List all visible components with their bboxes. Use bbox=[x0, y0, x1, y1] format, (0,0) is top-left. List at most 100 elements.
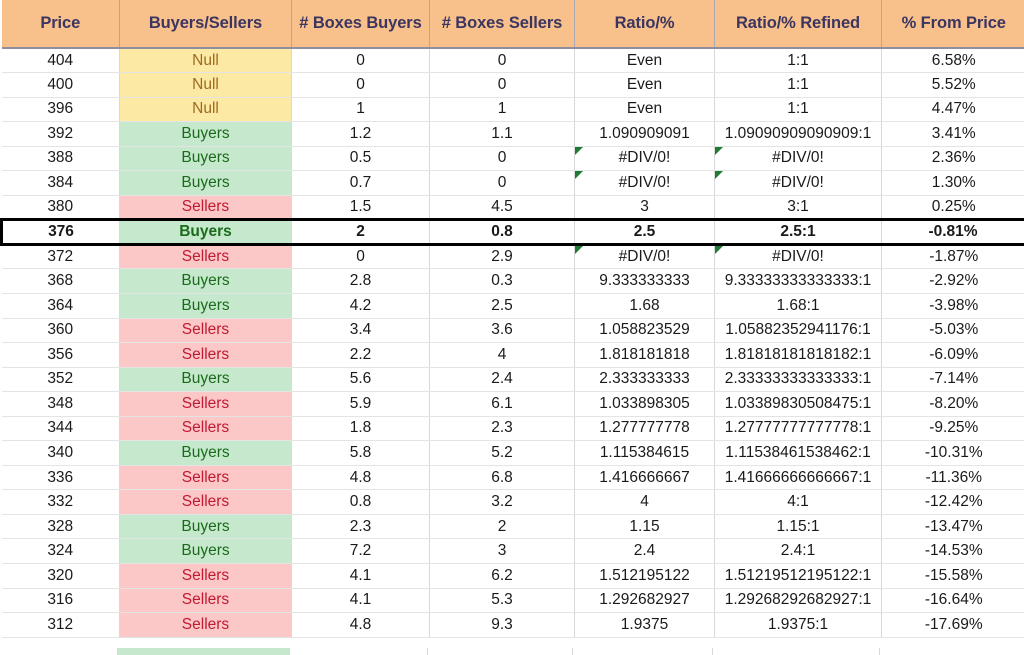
cell-pct-from-price[interactable]: -1.87% bbox=[881, 244, 1024, 270]
cell-ratio[interactable]: 1.033898305 bbox=[574, 391, 715, 417]
cell-pct-from-price[interactable]: 6.58% bbox=[881, 48, 1024, 74]
cell-boxes-buyers[interactable]: 4.1 bbox=[291, 563, 430, 589]
cell-buyers-sellers[interactable]: Sellers bbox=[119, 563, 292, 589]
cell-ratio-refined[interactable]: 1.03389830508475:1 bbox=[714, 391, 882, 417]
cell-buyers-sellers[interactable]: Sellers bbox=[119, 318, 292, 344]
cell-boxes-buyers[interactable]: 1.8 bbox=[291, 416, 430, 442]
cell-price[interactable]: 384 bbox=[1, 170, 120, 196]
table-row[interactable]: 372 Sellers 0 2.9 #DIV/0! #DIV/0! -1.87% bbox=[1, 244, 1024, 270]
table-row[interactable]: 356 Sellers 2.2 4 1.818181818 1.8181818181818… bbox=[1, 342, 1024, 368]
cell-boxes-sellers[interactable]: 3.6 bbox=[429, 318, 575, 344]
table-row[interactable]: 324 Buyers 7.2 3 2.4 2.4:1 -14.53% bbox=[1, 538, 1024, 564]
cell-ratio-refined[interactable]: #DIV/0! bbox=[714, 244, 882, 270]
cell-price[interactable]: 404 bbox=[1, 48, 120, 74]
cell-buyers-sellers[interactable]: Buyers bbox=[119, 367, 292, 393]
cell-buyers-sellers[interactable]: Buyers bbox=[119, 170, 292, 196]
cell-boxes-sellers[interactable]: 0 bbox=[429, 170, 575, 196]
cell-ratio-refined[interactable]: 2.5:1 bbox=[714, 218, 882, 246]
cell-ratio-refined[interactable]: 4:1 bbox=[714, 489, 882, 515]
table-row[interactable]: 340 Buyers 5.8 5.2 1.115384615 1.115384615384… bbox=[1, 440, 1024, 466]
cell-pct-from-price[interactable]: -16.64% bbox=[881, 588, 1024, 614]
cell-buyers-sellers[interactable]: Buyers bbox=[119, 146, 292, 172]
cell-price[interactable]: 364 bbox=[1, 293, 120, 319]
cell-boxes-buyers[interactable]: 7.2 bbox=[291, 538, 430, 564]
cell-boxes-buyers[interactable]: 0.5 bbox=[291, 146, 430, 172]
cell-buyers-sellers[interactable]: Buyers bbox=[119, 538, 292, 564]
cell-ratio-refined[interactable]: 3:1 bbox=[714, 195, 882, 221]
table-row[interactable]: 368 Buyers 2.8 0.3 9.333333333 9.333333333333… bbox=[1, 268, 1024, 294]
cell-boxes-sellers[interactable]: 4 bbox=[429, 342, 575, 368]
cell-ratio[interactable]: 4 bbox=[574, 489, 715, 515]
cell-boxes-buyers[interactable]: 4.8 bbox=[291, 465, 430, 491]
cell-boxes-sellers[interactable]: 0 bbox=[429, 72, 575, 98]
cell-pct-from-price[interactable]: -3.98% bbox=[881, 293, 1024, 319]
cell-boxes-sellers[interactable]: 3.2 bbox=[429, 489, 575, 515]
cell-pct-from-price[interactable]: 5.52% bbox=[881, 72, 1024, 98]
cell-buyers-sellers[interactable]: Sellers bbox=[119, 195, 292, 221]
cell-boxes-sellers[interactable]: 0.3 bbox=[429, 268, 575, 294]
column-header-ratio-refined[interactable]: Ratio/% Refined bbox=[714, 0, 882, 49]
cell-buyers-sellers[interactable]: Sellers bbox=[119, 342, 292, 368]
cell-price[interactable]: 336 bbox=[1, 465, 120, 491]
cell-boxes-buyers[interactable]: 4.1 bbox=[291, 588, 430, 614]
cell-price[interactable]: 344 bbox=[1, 416, 120, 442]
cell-pct-from-price[interactable]: -10.31% bbox=[881, 440, 1024, 466]
cell-pct-from-price[interactable]: -6.09% bbox=[881, 342, 1024, 368]
cell-ratio[interactable]: Even bbox=[574, 48, 715, 74]
column-header-price[interactable]: Price bbox=[1, 0, 120, 49]
table-row[interactable]: 328 Buyers 2.3 2 1.15 1.15:1 -13.47% bbox=[1, 514, 1024, 540]
cell-price[interactable]: 380 bbox=[1, 195, 120, 221]
cell-buyers-sellers[interactable]: Buyers bbox=[119, 268, 292, 294]
cell-price[interactable]: 328 bbox=[1, 514, 120, 540]
table-row[interactable]: 348 Sellers 5.9 6.1 1.033898305 1.03389830508… bbox=[1, 391, 1024, 417]
cell-ratio-refined[interactable]: 1.68:1 bbox=[714, 293, 882, 319]
cell-ratio[interactable]: 3 bbox=[574, 195, 715, 221]
cell-boxes-sellers[interactable]: 1.1 bbox=[429, 121, 575, 147]
cell-price[interactable]: 332 bbox=[1, 489, 120, 515]
cell-ratio[interactable]: #DIV/0! bbox=[574, 146, 715, 172]
cell-boxes-buyers[interactable]: 4.2 bbox=[291, 293, 430, 319]
cell-boxes-sellers[interactable]: 6.8 bbox=[429, 465, 575, 491]
column-header-buyers-sellers[interactable]: Buyers/Sellers bbox=[119, 0, 292, 49]
table-row[interactable]: 396 Null 1 1 Even 1:1 4.47% bbox=[1, 97, 1024, 123]
cell-buyers-sellers[interactable]: Null bbox=[119, 72, 292, 98]
cell-boxes-sellers[interactable]: 2.9 bbox=[429, 244, 575, 270]
cell-price[interactable]: 392 bbox=[1, 121, 120, 147]
column-header-pct-from-price[interactable]: % From Price bbox=[881, 0, 1024, 49]
table-row[interactable]: 336 Sellers 4.8 6.8 1.416666667 1.41666666666… bbox=[1, 465, 1024, 491]
cell-boxes-sellers[interactable]: 1 bbox=[429, 97, 575, 123]
cell-ratio[interactable]: 1.818181818 bbox=[574, 342, 715, 368]
cell-boxes-buyers[interactable]: 2 bbox=[291, 218, 430, 246]
cell-price[interactable]: 388 bbox=[1, 146, 120, 172]
cell-boxes-sellers[interactable]: 9.3 bbox=[429, 612, 575, 638]
cell-ratio[interactable]: Even bbox=[574, 97, 715, 123]
cell-pct-from-price[interactable]: -8.20% bbox=[881, 391, 1024, 417]
cell-ratio[interactable]: 1.277777778 bbox=[574, 416, 715, 442]
cell-price[interactable]: 340 bbox=[1, 440, 120, 466]
cell-price[interactable]: 360 bbox=[1, 318, 120, 344]
cell-ratio-refined[interactable]: 1:1 bbox=[714, 97, 882, 123]
cell-boxes-sellers[interactable]: 6.1 bbox=[429, 391, 575, 417]
cell-ratio[interactable]: 1.090909091 bbox=[574, 121, 715, 147]
cell-buyers-sellers[interactable]: Buyers bbox=[119, 121, 292, 147]
cell-ratio[interactable]: Even bbox=[574, 72, 715, 98]
table-row[interactable]: 376 Buyers 2 0.8 2.5 2.5:1 -0.81% bbox=[0, 218, 1024, 246]
cell-price[interactable]: 376 bbox=[0, 218, 120, 246]
table-row[interactable]: 364 Buyers 4.2 2.5 1.68 1.68:1 -3.98% bbox=[1, 293, 1024, 319]
cell-boxes-buyers[interactable]: 2.2 bbox=[291, 342, 430, 368]
cell-ratio-refined[interactable]: 1:1 bbox=[714, 72, 882, 98]
cell-price[interactable]: 320 bbox=[1, 563, 120, 589]
cell-ratio[interactable]: 2.4 bbox=[574, 538, 715, 564]
cell-boxes-sellers[interactable]: 0.8 bbox=[429, 218, 575, 246]
cell-ratio[interactable]: 1.9375 bbox=[574, 612, 715, 638]
cell-boxes-sellers[interactable]: 5.3 bbox=[429, 588, 575, 614]
cell-ratio[interactable]: #DIV/0! bbox=[574, 244, 715, 270]
cell-boxes-sellers[interactable]: 0 bbox=[429, 48, 575, 74]
cell-buyers-sellers[interactable]: Sellers bbox=[119, 489, 292, 515]
cell-ratio[interactable]: 1.416666667 bbox=[574, 465, 715, 491]
cell-boxes-sellers[interactable]: 2 bbox=[429, 514, 575, 540]
cell-ratio[interactable]: 1.68 bbox=[574, 293, 715, 319]
cell-boxes-sellers[interactable]: 6.2 bbox=[429, 563, 575, 589]
cell-ratio[interactable]: 1.058823529 bbox=[574, 318, 715, 344]
cell-boxes-buyers[interactable]: 1 bbox=[291, 97, 430, 123]
